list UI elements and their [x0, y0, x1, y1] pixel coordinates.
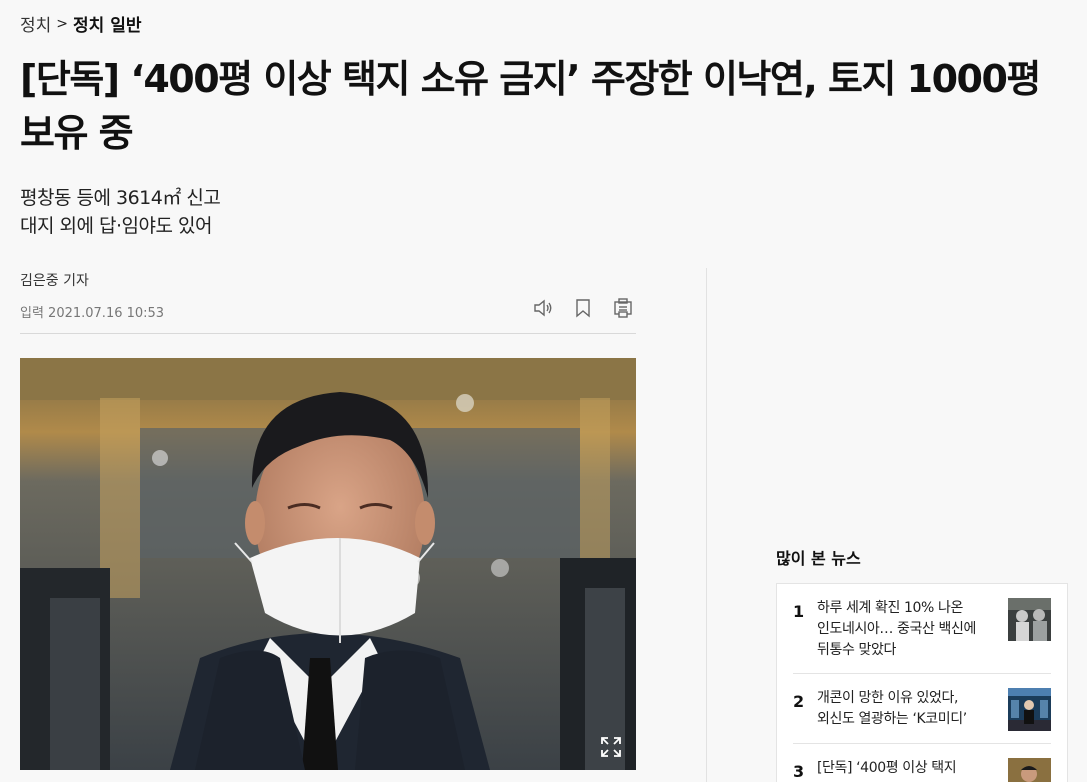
- expand-icon[interactable]: [600, 736, 622, 758]
- popular-news-title: 많이 본 뉴스: [776, 549, 861, 568]
- headline-line: 뒤통수 맞았다: [817, 642, 896, 658]
- popular-news-thumbnail[interactable]: [1008, 758, 1051, 782]
- headline-line: 개콘이 망한 이유 있었다,: [817, 690, 959, 706]
- popular-news-list: 1 하루 세계 확진 10% 나온 인도네시아… 중국산 백신에 뒤통수 맞았다: [776, 583, 1068, 782]
- rank-number: 3: [793, 762, 805, 781]
- subheadline-line: 평창동 등에 3614㎡ 신고: [20, 187, 221, 209]
- article-headline: [단독] ‘400평 이상 택지 소유 금지’ 주장한 이낙연, 토지 1000…: [20, 52, 1080, 160]
- popular-news-headline[interactable]: [단독] ‘400평 이상 택지: [817, 758, 1008, 779]
- popular-news: 많이 본 뉴스 1 하루 세계 확진 10% 나온 인도네시아… 중국산 백신에…: [776, 545, 1068, 782]
- column-divider: [706, 268, 707, 782]
- headline-line: 외신도 열광하는 ‘K코미디’: [817, 711, 967, 727]
- popular-news-thumbnail[interactable]: [1008, 598, 1051, 641]
- popular-news-thumbnail[interactable]: [1008, 688, 1051, 731]
- publish-date: 입력 2021.07.16 10:53: [20, 306, 165, 321]
- headline-line: 인도네시아… 중국산 백신에: [817, 621, 976, 637]
- print-icon[interactable]: [611, 296, 635, 320]
- breadcrumb: 정치 > 정치 일반: [20, 11, 142, 37]
- photo-image: [20, 358, 636, 770]
- rank-number: 2: [793, 692, 805, 711]
- breadcrumb-section-link[interactable]: 정치: [20, 11, 51, 36]
- listen-icon[interactable]: [531, 296, 555, 320]
- article-page: 정치 > 정치 일반 [단독] ‘400평 이상 택지 소유 금지’ 주장한 이…: [0, 0, 1087, 782]
- breadcrumb-subsection-link[interactable]: 정치 일반: [73, 11, 141, 36]
- author-byline[interactable]: 김은중 기자: [20, 270, 89, 290]
- header-divider: [20, 333, 636, 334]
- article-tools: [531, 296, 635, 320]
- rank-number: 1: [793, 602, 805, 621]
- article-photo[interactable]: [20, 358, 636, 770]
- popular-news-item[interactable]: 3 [단독] ‘400평 이상 택지: [793, 744, 1051, 782]
- popular-news-headline[interactable]: 하루 세계 확진 10% 나온 인도네시아… 중국산 백신에 뒤통수 맞았다: [817, 598, 1008, 661]
- bookmark-icon[interactable]: [571, 296, 595, 320]
- headline-line: 보유 중: [20, 111, 134, 155]
- article-subheadline: 평창동 등에 3614㎡ 신고 대지 외에 답·임야도 있어: [20, 184, 221, 240]
- breadcrumb-separator: >: [56, 15, 69, 32]
- subheadline-line: 대지 외에 답·임야도 있어: [20, 215, 212, 237]
- headline-line: 하루 세계 확진 10% 나온: [817, 600, 963, 616]
- headline-line: [단독] ‘400평 이상 택지: [817, 760, 957, 776]
- headline-line: [단독] ‘400평 이상 택지 소유 금지’ 주장한 이낙연, 토지 1000…: [20, 57, 1041, 101]
- popular-news-headline[interactable]: 개콘이 망한 이유 있었다, 외신도 열광하는 ‘K코미디’: [817, 688, 1008, 730]
- popular-news-item[interactable]: 2 개콘이 망한 이유 있었다, 외신도 열광하는 ‘K코미디’: [793, 674, 1051, 744]
- popular-news-item[interactable]: 1 하루 세계 확진 10% 나온 인도네시아… 중국산 백신에 뒤통수 맞았다: [793, 584, 1051, 674]
